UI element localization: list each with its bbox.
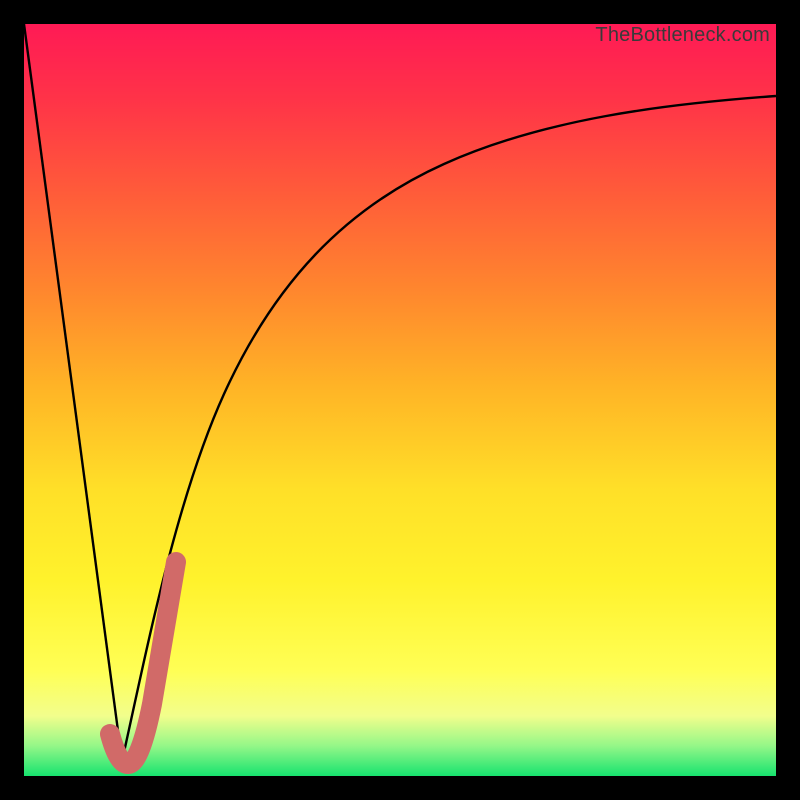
plot-area: TheBottleneck.com xyxy=(24,24,776,776)
curve-right xyxy=(122,96,776,761)
curve-layer xyxy=(24,24,776,776)
curve-left xyxy=(24,24,122,761)
chart-frame: TheBottleneck.com xyxy=(0,0,800,800)
